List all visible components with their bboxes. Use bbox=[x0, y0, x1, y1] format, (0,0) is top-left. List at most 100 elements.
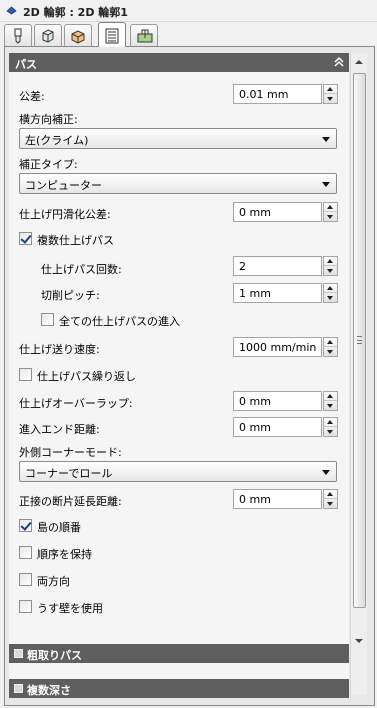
stepover-spin-buttons[interactable] bbox=[323, 283, 338, 303]
stepover-spinner: 1 mm bbox=[233, 283, 339, 303]
increment-arrow-icon[interactable] bbox=[324, 203, 337, 212]
section-passes-header[interactable]: パス bbox=[9, 53, 349, 72]
title-bar: 2D 輪郭 : 2D 輪郭1 bbox=[0, 0, 377, 22]
stepover-label: 切削ピッチ: bbox=[41, 289, 100, 302]
lead-end-distance-label: 進入エンド距離: bbox=[19, 423, 100, 436]
tangential-extension-label: 正接の断片延長距離: bbox=[19, 495, 122, 508]
outer-corner-mode-value: コーナーでロール bbox=[25, 467, 113, 480]
tolerance-spin-buttons[interactable] bbox=[323, 84, 338, 104]
scrollbar-thumb[interactable] bbox=[353, 73, 366, 608]
chevron-down-icon bbox=[322, 470, 330, 475]
decrement-arrow-icon[interactable] bbox=[324, 427, 337, 436]
tangential-extension-input[interactable]: 0 mm bbox=[233, 489, 322, 509]
compensation-type-value: コンピューター bbox=[25, 179, 102, 192]
lead-all-finishing-passes-label: 全ての仕上げパスの進入 bbox=[59, 315, 180, 328]
island-order-label: 島の順番 bbox=[37, 521, 81, 534]
finishing-feedrate-spinner: 1000 mm/min bbox=[233, 337, 339, 357]
chevron-down-icon bbox=[322, 137, 330, 142]
increment-arrow-icon[interactable] bbox=[324, 85, 337, 94]
decrement-arrow-icon[interactable] bbox=[324, 293, 337, 302]
increment-arrow-icon[interactable] bbox=[324, 284, 337, 293]
repeat-finishing-pass-checkbox[interactable] bbox=[19, 368, 32, 381]
thin-wall-label: うす壁を使用 bbox=[37, 602, 103, 615]
section-multiple-depths-header[interactable]: 複数深さ bbox=[9, 679, 349, 698]
both-ways-label: 両方向 bbox=[37, 575, 70, 588]
smoothing-tolerance-label: 仕上げ円滑化公差: bbox=[19, 208, 111, 221]
decrement-arrow-icon[interactable] bbox=[324, 94, 337, 103]
decrement-arrow-icon[interactable] bbox=[324, 401, 337, 410]
lead-all-finishing-passes-checkbox[interactable] bbox=[41, 313, 54, 326]
increment-arrow-icon[interactable] bbox=[324, 418, 337, 427]
contour-icon bbox=[6, 6, 17, 15]
tab-passes[interactable] bbox=[98, 22, 126, 47]
thin-wall-checkbox[interactable] bbox=[19, 600, 32, 613]
collapse-icon[interactable] bbox=[333, 56, 345, 68]
passes-section-body: 公差: 0.01 mm 横方向補正: 左(クライム) 補正タイプ: コンピュータ… bbox=[9, 72, 349, 682]
vertical-scrollbar[interactable] bbox=[350, 53, 367, 695]
finishing-feedrate-spin-buttons[interactable] bbox=[323, 337, 338, 357]
finishing-overlap-input[interactable]: 0 mm bbox=[233, 391, 322, 411]
section-passes-title: パス bbox=[15, 58, 37, 71]
tangential-extension-spinner: 0 mm bbox=[233, 489, 339, 509]
outer-corner-mode-label: 外側コーナーモード: bbox=[19, 446, 122, 459]
compensation-type-dropdown[interactable]: コンピューター bbox=[19, 173, 337, 194]
decrement-arrow-icon[interactable] bbox=[324, 212, 337, 221]
tolerance-label: 公差: bbox=[19, 90, 45, 103]
tab-geometry[interactable] bbox=[34, 24, 62, 46]
passes-icon bbox=[105, 28, 119, 44]
increment-arrow-icon[interactable] bbox=[324, 490, 337, 499]
smoothing-tolerance-spin-buttons[interactable] bbox=[323, 202, 338, 222]
properties-panel: パス 公差: 0.01 mm 横方向補正: 左(クライム) 補正タイプ: コンピ… bbox=[4, 46, 375, 706]
finishing-pass-count-spin-buttons[interactable] bbox=[323, 256, 338, 276]
finishing-pass-count-spinner: 2 bbox=[233, 256, 339, 276]
outer-corner-mode-dropdown[interactable]: コーナーでロール bbox=[19, 461, 337, 482]
linking-icon bbox=[137, 29, 153, 43]
section-roughing-checkbox[interactable] bbox=[14, 649, 23, 658]
multiple-finishing-passes-checkbox[interactable] bbox=[19, 232, 32, 245]
finishing-pass-count-label: 仕上げパス回数: bbox=[41, 263, 122, 276]
tolerance-input[interactable]: 0.01 mm bbox=[233, 84, 322, 104]
side-compensation-value: 左(クライム) bbox=[25, 134, 89, 147]
setup-icon bbox=[71, 30, 85, 44]
decrement-arrow-icon[interactable] bbox=[324, 499, 337, 508]
lead-end-distance-input[interactable]: 0 mm bbox=[233, 417, 322, 437]
increment-arrow-icon[interactable] bbox=[324, 392, 337, 401]
finishing-feedrate-input[interactable]: 1000 mm/min bbox=[233, 337, 322, 357]
increment-arrow-icon[interactable] bbox=[324, 257, 337, 266]
decrement-arrow-icon[interactable] bbox=[324, 347, 337, 356]
island-order-checkbox[interactable] bbox=[19, 519, 32, 532]
multiple-finishing-passes-label: 複数仕上げパス bbox=[37, 234, 114, 247]
tolerance-spinner: 0.01 mm bbox=[233, 84, 339, 104]
finishing-pass-count-input[interactable]: 2 bbox=[233, 256, 322, 276]
repeat-finishing-pass-label: 仕上げパス繰り返し bbox=[37, 370, 136, 383]
tab-strip bbox=[4, 22, 374, 47]
section-multiple-depths-checkbox[interactable] bbox=[14, 684, 23, 693]
preserve-order-label: 順序を保持 bbox=[37, 548, 92, 561]
tab-heights[interactable] bbox=[64, 24, 92, 46]
window-title: 2D 輪郭 : 2D 輪郭1 bbox=[23, 6, 128, 19]
finishing-overlap-spin-buttons[interactable] bbox=[323, 391, 338, 411]
finishing-overlap-label: 仕上げオーバーラップ: bbox=[19, 397, 133, 410]
chevron-down-icon bbox=[322, 182, 330, 187]
scroll-up-arrow-icon[interactable] bbox=[353, 56, 365, 68]
grip-icon bbox=[357, 336, 362, 344]
section-multiple-depths-title: 複数深さ bbox=[27, 684, 71, 697]
tab-linking[interactable] bbox=[130, 24, 158, 46]
section-roughing-header[interactable]: 粗取りパス bbox=[9, 644, 349, 663]
decrement-arrow-icon[interactable] bbox=[324, 266, 337, 275]
smoothing-tolerance-input[interactable]: 0 mm bbox=[233, 202, 322, 222]
scroll-down-arrow-icon[interactable] bbox=[353, 635, 365, 647]
stepover-input[interactable]: 1 mm bbox=[233, 283, 322, 303]
increment-arrow-icon[interactable] bbox=[324, 338, 337, 347]
tool-icon bbox=[14, 28, 22, 44]
finishing-overlap-spinner: 0 mm bbox=[233, 391, 339, 411]
stock-icon bbox=[42, 29, 54, 43]
both-ways-checkbox[interactable] bbox=[19, 573, 32, 586]
preserve-order-checkbox[interactable] bbox=[19, 546, 32, 559]
lead-end-distance-spin-buttons[interactable] bbox=[323, 417, 338, 437]
section-roughing-title: 粗取りパス bbox=[27, 649, 82, 662]
tangential-extension-spin-buttons[interactable] bbox=[323, 489, 338, 509]
tab-tool[interactable] bbox=[4, 24, 32, 46]
side-compensation-dropdown[interactable]: 左(クライム) bbox=[19, 128, 337, 149]
smoothing-tolerance-spinner: 0 mm bbox=[233, 202, 339, 222]
